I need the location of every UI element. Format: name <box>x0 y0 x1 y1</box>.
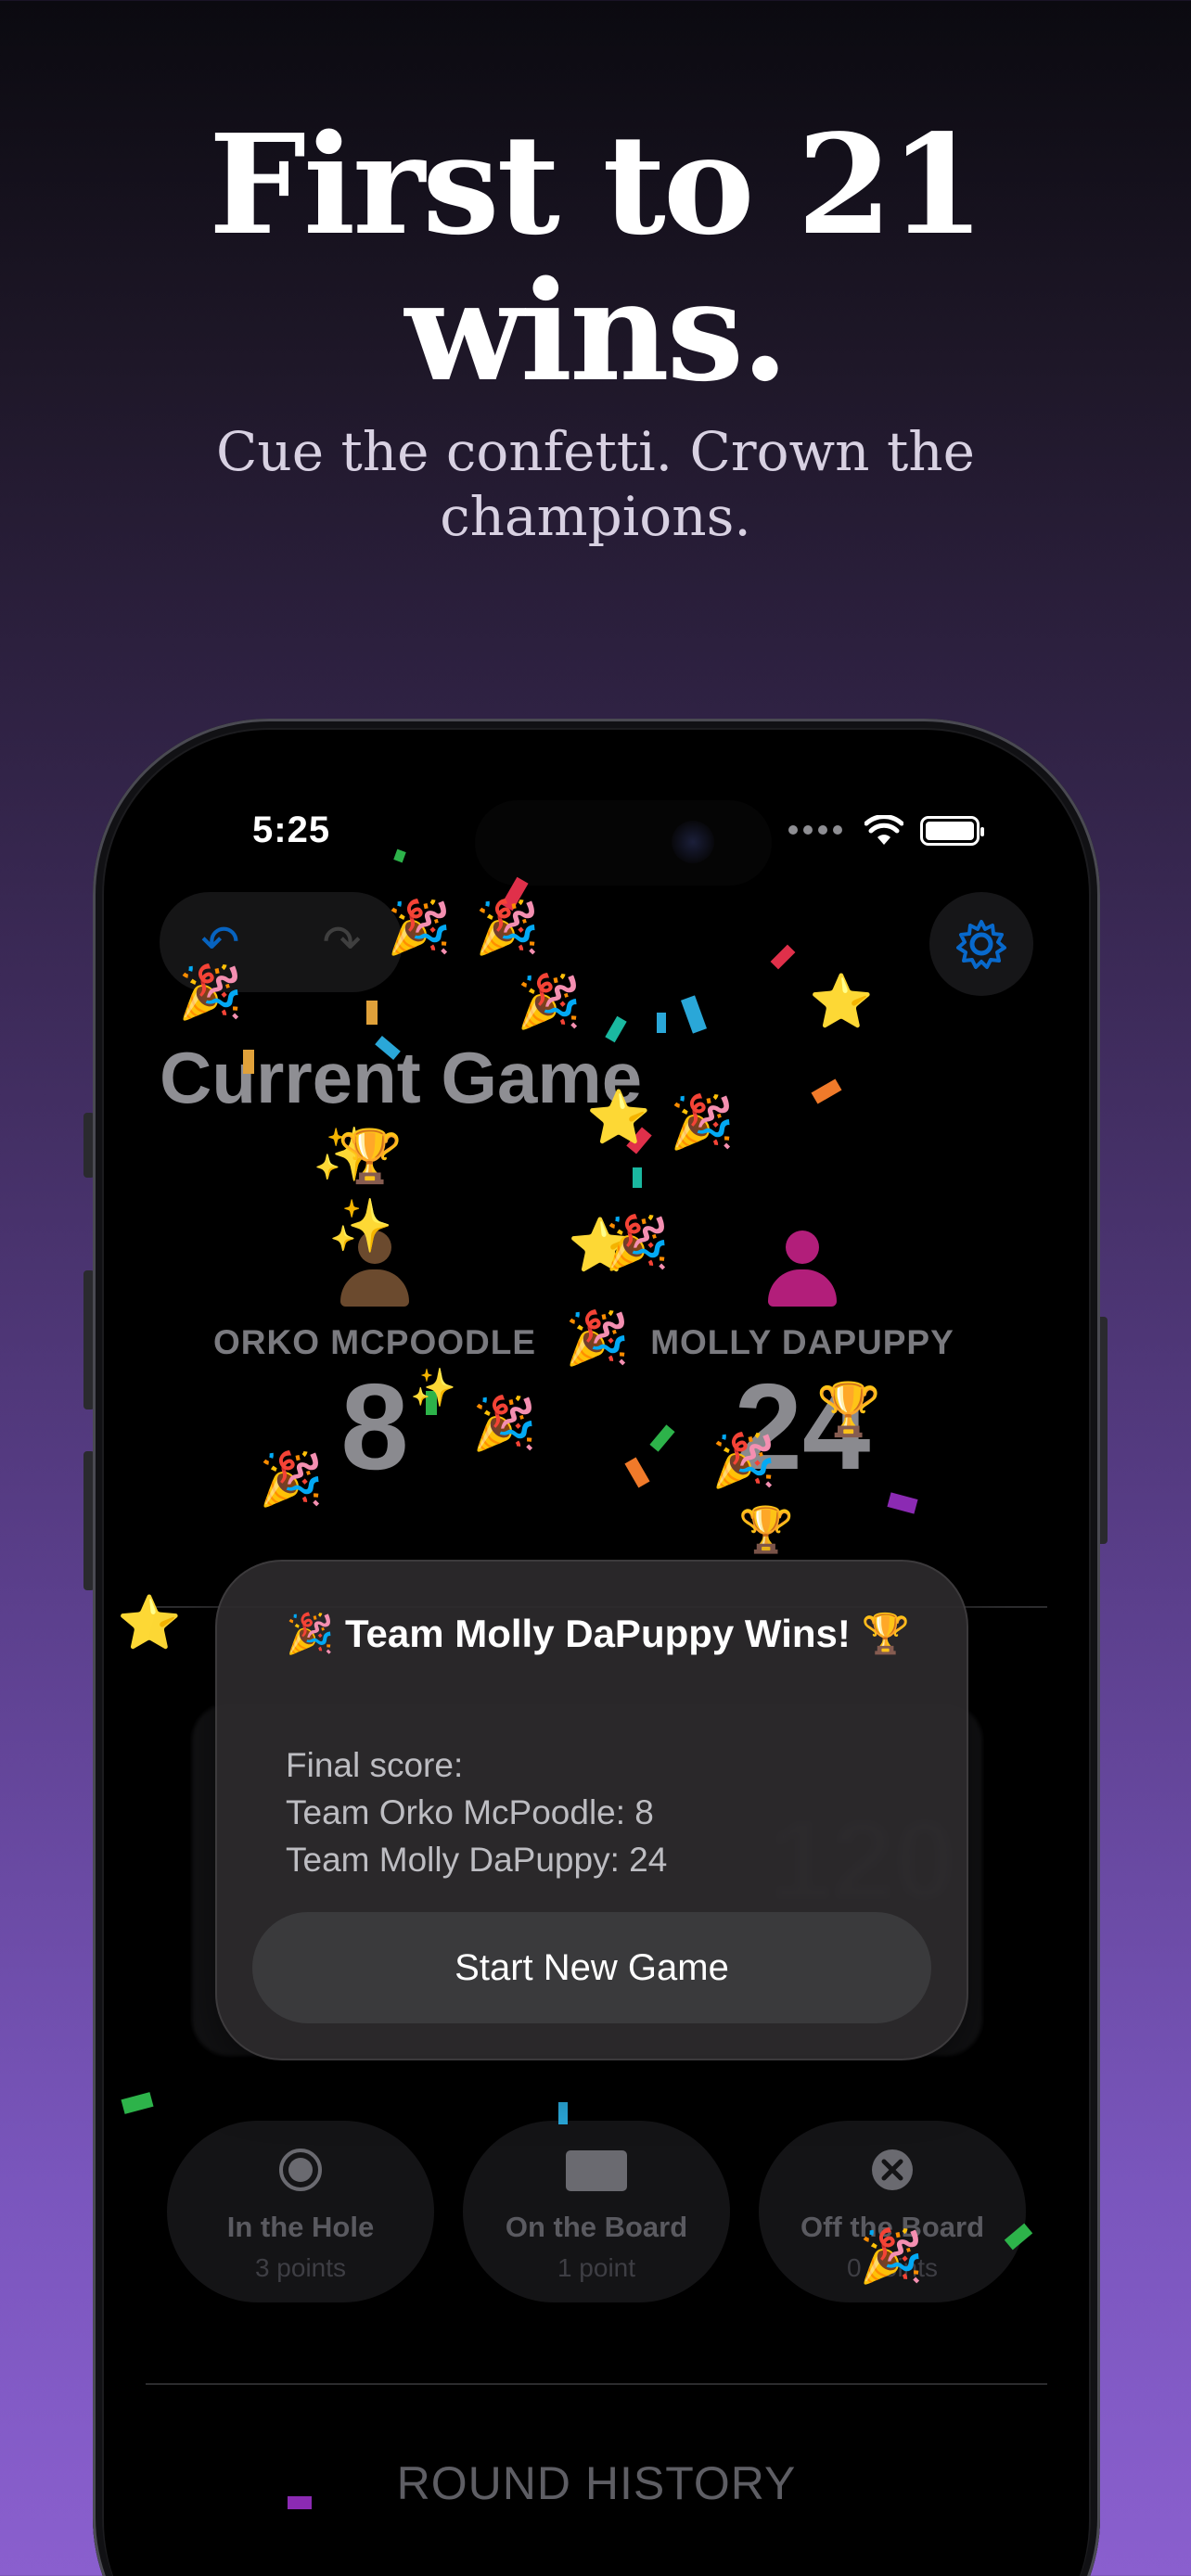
player-name: ORKO MCPOODLE <box>212 1323 537 1361</box>
trophy-icon: 🏆 <box>816 1380 881 1438</box>
option-label: On the Board <box>505 2211 688 2243</box>
party-popper-icon: 🎉 <box>387 898 452 956</box>
party-popper-icon: 🎉 <box>259 1449 324 1508</box>
sparkles-icon: ✨ <box>328 1196 393 1255</box>
party-popper-icon: 🎉 <box>472 1394 537 1452</box>
target-icon <box>279 2149 322 2191</box>
final-score-line: Team Molly DaPuppy: 24 <box>286 1841 668 1879</box>
party-popper-icon: 🎉 <box>475 898 540 956</box>
option-points: 1 point <box>557 2253 636 2282</box>
final-score-line: Team Orko McPoodle: 8 <box>286 1793 654 1831</box>
party-popper-icon: 🎉 <box>178 963 243 1021</box>
undo-icon[interactable]: ↶ <box>201 915 240 969</box>
win-dialog: 🎉 Team Molly DaPuppy Wins! 🏆 Final score… <box>215 1560 968 2060</box>
option-on-the-board[interactable]: On the Board 1 point <box>463 2121 730 2302</box>
player-card-orko: ORKO MCPOODLE 8 <box>208 1231 542 1492</box>
settings-button[interactable] <box>929 892 1033 996</box>
redo-icon[interactable]: ↷ <box>323 915 362 969</box>
option-label: In the Hole <box>226 2211 375 2243</box>
party-popper-icon: 🎉 <box>859 2226 924 2285</box>
star-icon: ⭐ <box>586 1088 651 1146</box>
win-dialog-title: 🎉 Team Molly DaPuppy Wins! 🏆 <box>286 1612 910 1655</box>
option-in-the-hole[interactable]: In the Hole 3 points <box>167 2121 434 2302</box>
star-icon: ⭐ <box>809 972 874 1030</box>
player-card-molly: MOLLY DAPUPPY 24 <box>635 1231 969 1492</box>
party-popper-icon: 🎉 <box>605 1213 670 1271</box>
close-circle-icon <box>872 2149 913 2190</box>
person-icon <box>761 1231 844 1314</box>
sparkles-icon: ✨ <box>410 1368 456 1409</box>
hero-title: First to 21 wins. <box>0 111 1191 404</box>
win-dialog-body: Final score: Team Orko McPoodle: 8 Team … <box>286 1741 667 1883</box>
party-popper-icon: 🎉 <box>517 972 582 1030</box>
final-score-label: Final score: <box>286 1746 464 1784</box>
hero-title-line2: wins. <box>404 250 788 412</box>
start-new-game-button[interactable]: Start New Game <box>252 1912 931 2023</box>
phone-screen: 5:25 ↶ ↷ Current Game ORKO MCPOODLE 8 MO… <box>104 730 1089 2576</box>
hero-subtitle: Cue the confetti. Crown the champions. <box>216 420 975 548</box>
divider <box>146 2383 1047 2385</box>
trophy-icon: 🏆 <box>738 1506 794 1555</box>
hero-title-line1: First to 21 <box>208 104 985 265</box>
phone-frame: 5:25 ↶ ↷ Current Game ORKO MCPOODLE 8 MO… <box>93 719 1100 2576</box>
star-icon: ⭐ <box>117 1593 182 1651</box>
party-popper-icon: 🎉 <box>711 1431 776 1489</box>
trophy-icon: 🏆 <box>338 1127 403 1185</box>
board-icon <box>566 2150 627 2191</box>
gear-icon <box>956 920 1006 969</box>
page-title: Current Game <box>160 1037 643 1118</box>
player-score: 24 <box>734 1358 871 1495</box>
option-points: 3 points <box>254 2253 347 2282</box>
round-history-header: ROUND HISTORY <box>396 2457 797 2509</box>
party-popper-icon: 🎉 <box>565 1308 630 1367</box>
player-name: MOLLY DAPUPPY <box>650 1323 954 1361</box>
party-popper-icon: 🎉 <box>670 1092 735 1151</box>
